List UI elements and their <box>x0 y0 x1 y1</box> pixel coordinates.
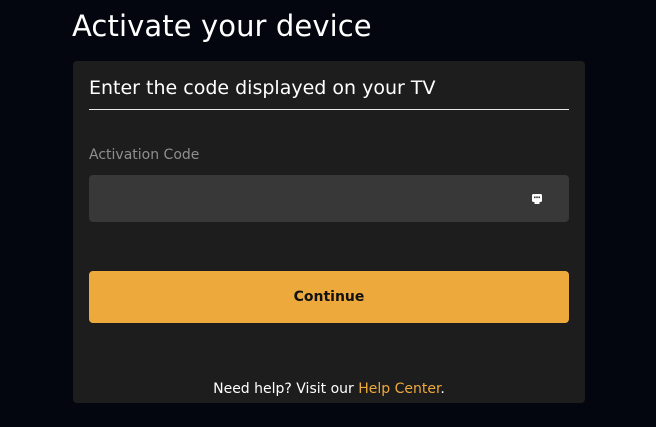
card-heading: Enter the code displayed on your TV <box>89 77 436 99</box>
continue-button[interactable]: Continue <box>89 271 569 323</box>
heading-divider <box>89 109 569 110</box>
help-center-link[interactable]: Help Center <box>358 381 440 397</box>
help-text: Need help? Visit our Help Center. <box>73 379 585 399</box>
page-title: Activate your device <box>72 9 372 43</box>
activation-code-label: Activation Code <box>89 147 200 163</box>
activation-card: Enter the code displayed on your TV Acti… <box>73 61 585 403</box>
activation-code-input[interactable] <box>89 175 519 222</box>
activation-page: Activate your device Enter the code disp… <box>0 0 656 427</box>
password-autofill-icon[interactable] <box>531 193 543 205</box>
help-suffix: . <box>440 381 445 397</box>
activation-code-field[interactable] <box>89 175 569 222</box>
help-prefix: Need help? Visit our <box>213 381 359 397</box>
